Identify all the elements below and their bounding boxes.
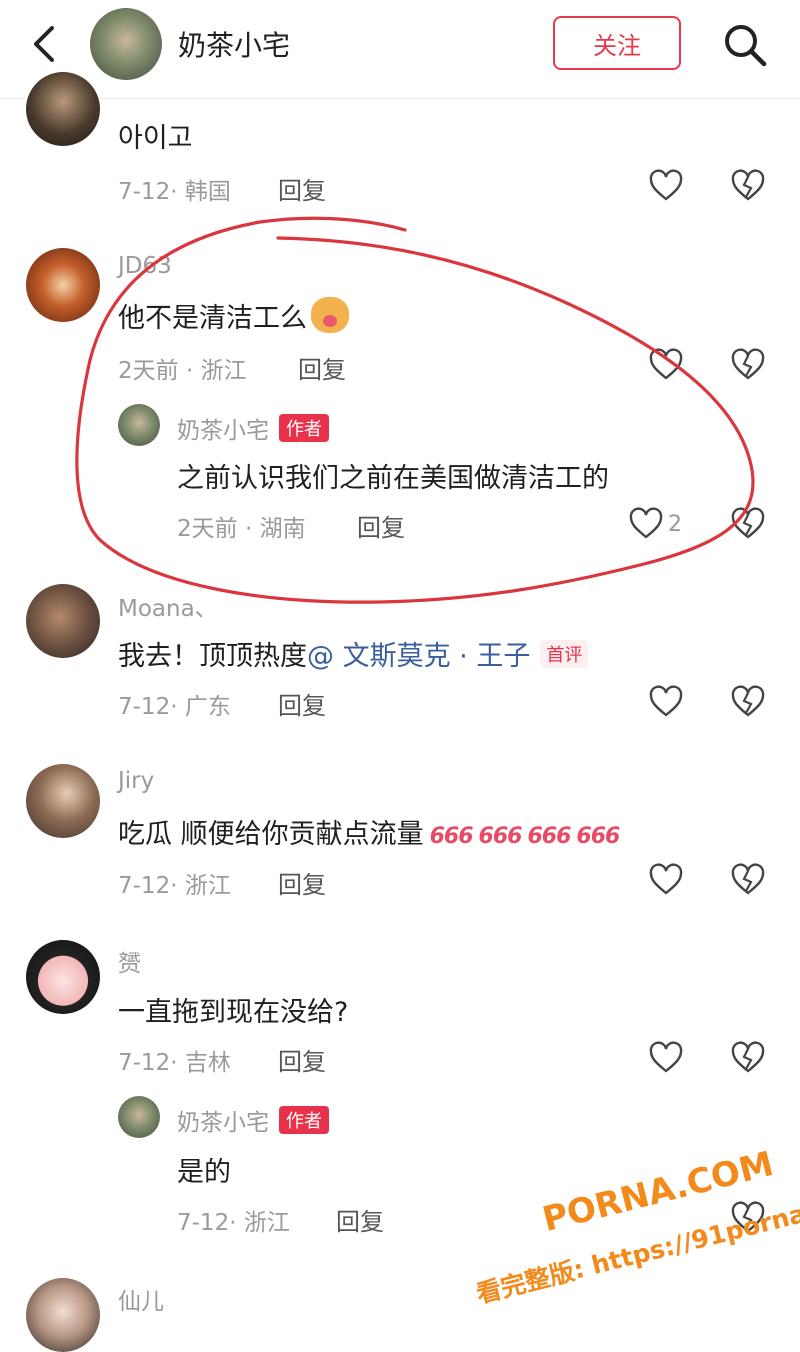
like-count: 2 bbox=[668, 512, 682, 537]
heart-icon[interactable] bbox=[648, 862, 684, 898]
666-sticker: 666 bbox=[576, 824, 620, 849]
avatar[interactable] bbox=[26, 248, 100, 322]
heart-icon[interactable] bbox=[628, 506, 664, 542]
comment-text: 吃瓜 顺便给你贡献点流量 666 666 666 666 bbox=[118, 812, 620, 851]
avatar[interactable] bbox=[26, 584, 100, 658]
666-sticker: 666 bbox=[429, 824, 474, 849]
reply-button[interactable]: 回复 bbox=[278, 1042, 326, 1077]
author-avatar[interactable] bbox=[90, 8, 162, 80]
comment-meta: 7-12· 韩国 bbox=[118, 179, 231, 205]
heart-icon[interactable] bbox=[648, 347, 684, 383]
reply-username-text[interactable]: 奶茶小宅 bbox=[177, 418, 269, 444]
author-badge: 作者 bbox=[279, 1106, 329, 1134]
top-bar: 奶茶小宅 关注 bbox=[0, 0, 800, 99]
dislike-icon[interactable] bbox=[730, 506, 766, 542]
avatar[interactable] bbox=[118, 404, 160, 446]
dislike-icon[interactable] bbox=[730, 684, 766, 720]
reply-username: 奶茶小宅 作者 bbox=[177, 1103, 329, 1137]
reply-username-text[interactable]: 奶茶小宅 bbox=[177, 1110, 269, 1136]
avatar[interactable] bbox=[26, 764, 100, 838]
666-sticker: 666 bbox=[527, 824, 571, 849]
heart-icon[interactable] bbox=[648, 684, 684, 720]
comment-username[interactable]: Jiry bbox=[118, 768, 154, 794]
dislike-icon[interactable] bbox=[730, 168, 766, 204]
comment-text: 他不是清洁工么 bbox=[118, 296, 349, 335]
dislike-icon[interactable] bbox=[730, 1040, 766, 1076]
dog-face-emoji bbox=[311, 297, 349, 333]
reply-meta: 7-12· 浙江 bbox=[177, 1210, 290, 1236]
666-sticker: 666 bbox=[478, 824, 523, 849]
mention-link[interactable]: @ 文斯莫克 · 王子 bbox=[307, 641, 530, 672]
reply-button[interactable]: 回复 bbox=[298, 350, 346, 385]
comment-text-body: 他不是清洁工么 bbox=[118, 303, 307, 334]
reply-button[interactable]: 回复 bbox=[357, 508, 405, 543]
comment-username[interactable]: 赟 bbox=[118, 944, 141, 978]
comment-username[interactable]: JD63 bbox=[118, 253, 172, 279]
dislike-icon[interactable] bbox=[730, 347, 766, 383]
comment-meta: 7-12· 浙江 bbox=[118, 873, 231, 899]
reply-text: 是的 bbox=[177, 1157, 231, 1188]
comment-meta: 7-12· 广东 bbox=[118, 694, 231, 720]
comment-meta: 7-12· 吉林 bbox=[118, 1050, 231, 1076]
avatar[interactable] bbox=[26, 940, 100, 1014]
reply-button[interactable]: 回复 bbox=[278, 686, 326, 721]
reply-button[interactable]: 回复 bbox=[336, 1202, 384, 1237]
comment-text: 我去！顶顶热度@ 文斯莫克 · 王子 首评 bbox=[118, 634, 589, 673]
author-badge: 作者 bbox=[279, 414, 329, 442]
comment-username[interactable]: Moana、 bbox=[118, 589, 218, 623]
comment-text-body: 吃瓜 顺便给你贡献点流量 bbox=[118, 819, 424, 850]
reply-button[interactable]: 回复 bbox=[278, 865, 326, 900]
reply-button[interactable]: 回复 bbox=[278, 171, 326, 206]
reply-username: 奶茶小宅 作者 bbox=[177, 411, 329, 445]
comment-meta: 2天前 · 浙江 bbox=[118, 358, 247, 384]
chevron-left-icon bbox=[34, 26, 54, 62]
heart-icon[interactable] bbox=[648, 1040, 684, 1076]
search-icon[interactable] bbox=[722, 22, 768, 68]
reply-meta: 2天前 · 湖南 bbox=[177, 516, 306, 542]
comment-text: 一直拖到现在没给? bbox=[118, 997, 349, 1028]
comment-username[interactable]: 仙儿 bbox=[118, 1282, 164, 1316]
avatar[interactable] bbox=[26, 72, 100, 146]
heart-icon[interactable] bbox=[648, 168, 684, 204]
author-name[interactable]: 奶茶小宅 bbox=[178, 24, 290, 64]
follow-button[interactable]: 关注 bbox=[553, 16, 681, 70]
dislike-icon[interactable] bbox=[730, 862, 766, 898]
reply-text: 之前认识我们之前在美国做清洁工的 bbox=[177, 463, 609, 494]
back-button[interactable] bbox=[24, 24, 64, 64]
avatar[interactable] bbox=[118, 1096, 160, 1138]
first-comment-badge: 首评 bbox=[540, 640, 589, 668]
avatar[interactable] bbox=[26, 1278, 100, 1352]
comment-text-body: 我去！顶顶热度 bbox=[118, 641, 307, 672]
comment-text: 아이고 bbox=[118, 123, 193, 154]
